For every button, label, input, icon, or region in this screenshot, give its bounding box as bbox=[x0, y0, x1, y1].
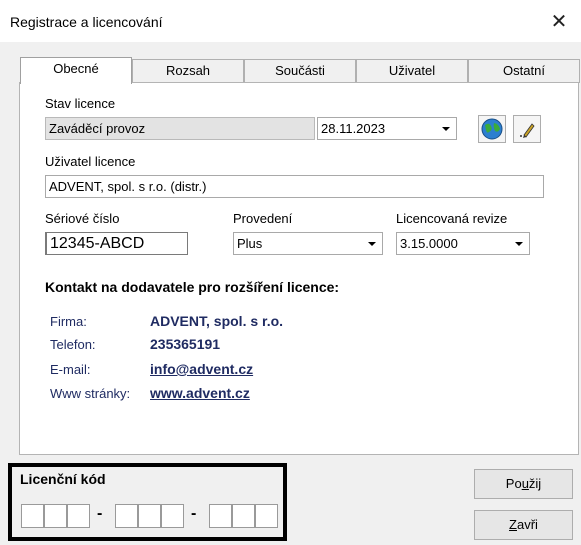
tab-label: Rozsah bbox=[165, 63, 211, 78]
email-link[interactable]: info@advent.cz bbox=[150, 361, 253, 377]
code-cell[interactable] bbox=[232, 504, 255, 528]
tab-strip: Obecné Rozsah Součásti Uživatel Ostatní bbox=[20, 57, 580, 84]
tab-ostatni[interactable]: Ostatní bbox=[468, 59, 580, 83]
code-cell[interactable] bbox=[44, 504, 67, 528]
zavri-suffix: avři bbox=[517, 517, 538, 532]
code-cell[interactable] bbox=[255, 504, 278, 528]
tab-rozsah[interactable]: Rozsah bbox=[132, 59, 244, 83]
tab-label: Ostatní bbox=[503, 63, 545, 78]
code-cell[interactable] bbox=[21, 504, 44, 528]
zavri-accel: Z bbox=[509, 517, 517, 532]
code-cell[interactable] bbox=[138, 504, 161, 528]
www-link[interactable]: www.advent.cz bbox=[150, 385, 250, 401]
chevron-down-icon[interactable] bbox=[364, 234, 381, 253]
tab-label: Uživatel bbox=[388, 63, 436, 78]
stav-licence-label: Stav licence bbox=[45, 96, 116, 111]
window-title: Registrace a licencování bbox=[10, 14, 163, 30]
provedeni-select[interactable]: Plus bbox=[233, 232, 383, 255]
telefon-label: Telefon: bbox=[50, 337, 96, 352]
pencil-icon bbox=[520, 123, 535, 138]
pouzij-suffix: žij bbox=[528, 476, 542, 491]
date-value: 28.11.2023 bbox=[321, 121, 386, 136]
code-cell[interactable] bbox=[161, 504, 184, 528]
edit-button[interactable] bbox=[513, 115, 541, 143]
kontakt-heading: Kontakt na dodavatele pro rozšíření lice… bbox=[45, 279, 340, 295]
seriove-cislo-label: Sériové číslo bbox=[45, 211, 120, 226]
code-cell[interactable] bbox=[115, 504, 138, 528]
tab-label: Součásti bbox=[275, 63, 325, 78]
code-separator: - bbox=[191, 505, 197, 522]
revize-value: 3.15.0000 bbox=[400, 236, 458, 251]
tab-uzivatel[interactable]: Uživatel bbox=[356, 59, 468, 83]
tab-panel: Stav licence Zaváděcí provoz 28.11.2023 … bbox=[19, 82, 579, 455]
telefon-value: 235365191 bbox=[150, 336, 221, 352]
globe-icon bbox=[481, 118, 503, 140]
pouzij-button[interactable]: Použij bbox=[474, 469, 573, 499]
chevron-down-icon[interactable] bbox=[438, 119, 455, 138]
firma-value: ADVENT, spol. s r.o. bbox=[150, 313, 284, 329]
code-separator: - bbox=[97, 505, 103, 522]
uzivatel-licence-field[interactable]: ADVENT, spol. s r.o. (distr.) bbox=[45, 175, 544, 198]
date-picker[interactable]: 28.11.2023 bbox=[317, 117, 457, 140]
tab-label: Obecné bbox=[53, 61, 99, 76]
revize-label: Licencovaná revize bbox=[396, 211, 508, 226]
globe-button[interactable] bbox=[478, 115, 506, 143]
firma-label: Firma: bbox=[50, 314, 87, 329]
www-label: Www stránky: bbox=[50, 386, 131, 401]
title-bar: Registrace a licencování ✕ bbox=[0, 0, 581, 42]
tab-obecne[interactable]: Obecné bbox=[20, 57, 132, 84]
seriove-cislo-field[interactable]: 12345-ABCD bbox=[45, 232, 188, 255]
licencni-kod-title: Licenční kód bbox=[20, 471, 106, 487]
zavri-button[interactable]: Zavři bbox=[474, 510, 573, 540]
stav-licence-field: Zaváděcí provoz bbox=[45, 117, 315, 140]
pouzij-accel: u bbox=[521, 476, 529, 491]
provedeni-value: Plus bbox=[237, 236, 263, 251]
provedeni-label: Provedení bbox=[233, 211, 293, 226]
code-cell[interactable] bbox=[67, 504, 90, 528]
uzivatel-licence-label: Uživatel licence bbox=[45, 154, 136, 169]
pouzij-prefix: Po bbox=[505, 476, 522, 491]
licencni-kod-group: Licenční kód - - bbox=[8, 463, 287, 541]
revize-select[interactable]: 3.15.0000 bbox=[396, 232, 530, 255]
code-cell[interactable] bbox=[209, 504, 232, 528]
tab-soucasti[interactable]: Součásti bbox=[244, 59, 356, 83]
chevron-down-icon[interactable] bbox=[511, 234, 528, 253]
close-icon[interactable]: ✕ bbox=[545, 8, 573, 36]
email-label: E-mail: bbox=[50, 362, 91, 377]
